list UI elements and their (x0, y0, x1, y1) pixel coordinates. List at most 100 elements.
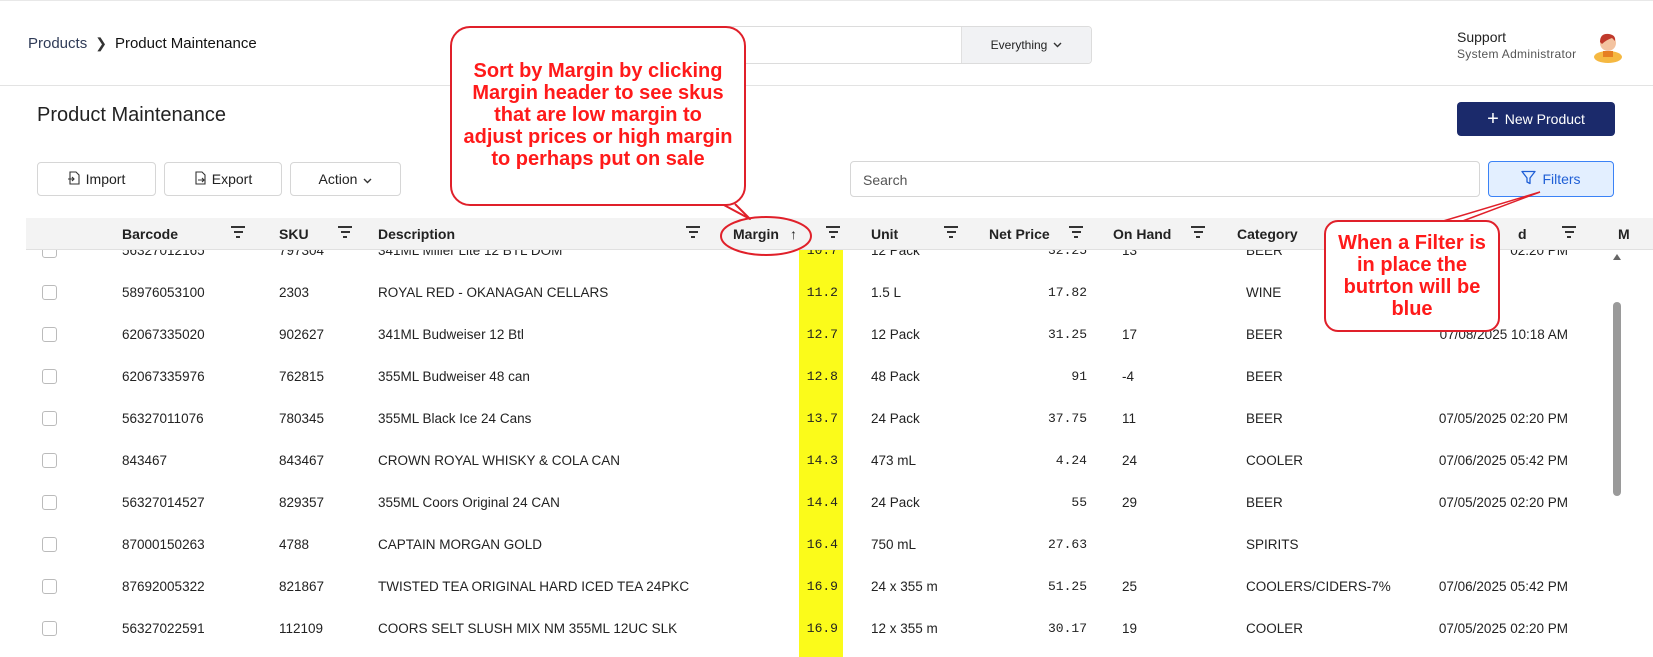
cell-margin: 16.4 (806, 537, 838, 552)
row-checkbox[interactable] (42, 327, 57, 342)
row-checkbox[interactable] (42, 495, 57, 510)
row-checkbox[interactable] (42, 621, 57, 636)
row-checkbox[interactable] (42, 411, 57, 426)
action-label: Action (318, 171, 358, 187)
cell-margin: 12.7 (806, 327, 838, 342)
cell-description: 341ML Miller Lite 12 BTL DOM (378, 250, 563, 258)
column-filter-icon[interactable] (1561, 226, 1577, 240)
cell-unit: 24 x 355 m (871, 579, 938, 594)
table-row[interactable]: 62067335020 902627 341ML Budweiser 12 Btl 1… (0, 327, 1610, 369)
top-bar: Products ❯ Product Maintenance Everythin… (0, 0, 1653, 86)
cell-on-hand: 24 (1122, 453, 1138, 468)
column-header-description[interactable]: Description (378, 226, 455, 242)
sort-ascending-icon[interactable]: ↑ (790, 226, 797, 242)
column-header-barcode[interactable]: Barcode (122, 226, 178, 242)
column-header-sku[interactable]: SKU (279, 226, 309, 242)
breadcrumb-current: Product Maintenance (114, 35, 257, 52)
cell-sku: 843467 (279, 453, 325, 468)
table-row[interactable]: 62067335976 762815 355ML Budweiser 48 can 1… (0, 369, 1610, 411)
chevron-right-icon: ❯ (95, 35, 107, 51)
cell-category: WINE (1246, 285, 1282, 300)
cell-sku: 821867 (279, 579, 325, 594)
cell-barcode: 56327022591 (122, 621, 205, 636)
table-row[interactable]: 56327011076 780345 355ML Black Ice 24 Cans… (0, 411, 1610, 453)
breadcrumb-products-link[interactable]: Products (28, 35, 87, 52)
cell-net-price: 91 (1071, 369, 1087, 384)
export-label: Export (211, 171, 253, 187)
breadcrumb: Products ❯ Product Maintenance (28, 35, 257, 52)
cell-unit: 12 Pack (871, 250, 920, 258)
cell-category: BEER (1246, 495, 1283, 510)
cell-description: ROYAL RED - OKANAGAN CELLARS (378, 285, 609, 300)
cell-last-modified: 07/06/2025 05:42 PM (1438, 579, 1568, 594)
column-filter-icon[interactable] (685, 226, 701, 240)
cell-description: TWISTED TEA ORIGINAL HARD ICED TEA 24PKC (378, 579, 690, 594)
cell-sku: 2303 (279, 285, 310, 300)
row-checkbox[interactable] (42, 537, 57, 552)
cell-barcode: 62067335020 (122, 327, 205, 342)
row-checkbox[interactable] (42, 579, 57, 594)
cell-last-modified: 07/05/2025 02:20 PM (1438, 495, 1568, 510)
column-filter-icon[interactable] (1068, 226, 1084, 240)
callout-pointer (721, 203, 751, 220)
column-header-net-price[interactable]: Net Price (989, 226, 1050, 242)
import-button[interactable]: Import (37, 162, 156, 196)
filters-button[interactable]: Filters (1488, 161, 1614, 197)
new-product-button[interactable]: + New Product (1457, 102, 1615, 136)
table-search-input[interactable]: Search (850, 161, 1480, 197)
global-search-input[interactable]: Everything (700, 26, 1092, 64)
cell-on-hand: -4 (1122, 369, 1135, 384)
search-scope-select[interactable]: Everything (961, 27, 1091, 63)
cell-on-hand: 11 (1122, 411, 1137, 426)
column-header-on-hand[interactable]: On Hand (1113, 226, 1171, 242)
action-menu-button[interactable]: Action (290, 162, 401, 196)
cell-category: BEER (1246, 327, 1283, 342)
row-checkbox[interactable] (42, 285, 57, 300)
cell-net-price: 4.24 (1055, 453, 1087, 468)
column-filter-icon[interactable] (1190, 226, 1206, 240)
cell-category: SPIRITS (1246, 537, 1299, 552)
table-row[interactable]: 56327014527 829357 355ML Coors Original 24… (0, 495, 1610, 537)
column-filter-icon[interactable] (337, 226, 353, 240)
funnel-icon (1521, 170, 1537, 188)
export-button[interactable]: Export (164, 162, 282, 196)
row-checkbox[interactable] (42, 369, 57, 384)
row-checkbox[interactable] (42, 250, 57, 258)
chevron-down-icon (1053, 39, 1062, 51)
cell-barcode: 87692005322 (122, 579, 205, 594)
cell-sku: 762815 (279, 369, 325, 384)
vertical-scrollbar[interactable] (1610, 250, 1624, 657)
scroll-up-icon[interactable] (1613, 254, 1621, 260)
cell-net-price: 30.17 (1047, 621, 1087, 636)
user-info[interactable]: Support System Administrator (1457, 29, 1576, 61)
column-header-margin[interactable]: Margin (733, 226, 779, 242)
cell-on-hand: 13 (1122, 250, 1138, 258)
cell-unit: 24 Pack (871, 495, 920, 510)
cell-category: COOLERS/CIDERS-7% (1246, 579, 1391, 594)
column-filter-icon[interactable] (825, 226, 841, 240)
new-product-label: New Product (1504, 111, 1585, 127)
avatar[interactable] (1592, 29, 1624, 63)
cell-margin: 14.4 (806, 495, 838, 510)
cell-unit: 12 x 355 m (871, 621, 938, 636)
scroll-thumb[interactable] (1613, 302, 1621, 496)
table-row[interactable]: 56327022591 112109 COORS SELT SLUSH MIX NM… (0, 621, 1610, 657)
cell-last-modified: 07/06/2025 05:42 PM (1438, 453, 1568, 468)
table-row[interactable]: 843467 843467 CROWN ROYAL WHISKY & COLA CA… (0, 453, 1610, 495)
table-row[interactable]: 87692005322 821867 TWISTED TEA ORIGINAL HA… (0, 579, 1610, 621)
cell-sku: 829357 (279, 495, 325, 510)
column-filter-icon[interactable] (230, 226, 246, 240)
column-header-category[interactable]: Category (1237, 226, 1298, 242)
cell-unit: 473 mL (871, 453, 917, 468)
cell-description: 355ML Black Ice 24 Cans (378, 411, 532, 426)
column-header-unit[interactable]: Unit (871, 226, 898, 242)
cell-category: BEER (1246, 250, 1283, 258)
column-header-extra[interactable]: M (1618, 226, 1630, 242)
row-checkbox[interactable] (42, 453, 57, 468)
column-filter-icon[interactable] (943, 226, 959, 240)
table-row[interactable]: 87000150263 4788 CAPTAIN MORGAN GOLD 16.4 75… (0, 537, 1610, 579)
cell-barcode: 62067335976 (122, 369, 205, 384)
cell-last-modified: 07/05/2025 02:20 PM (1438, 411, 1568, 426)
column-header-last-modified[interactable]: d (1518, 226, 1527, 242)
cell-unit: 12 Pack (871, 327, 920, 342)
